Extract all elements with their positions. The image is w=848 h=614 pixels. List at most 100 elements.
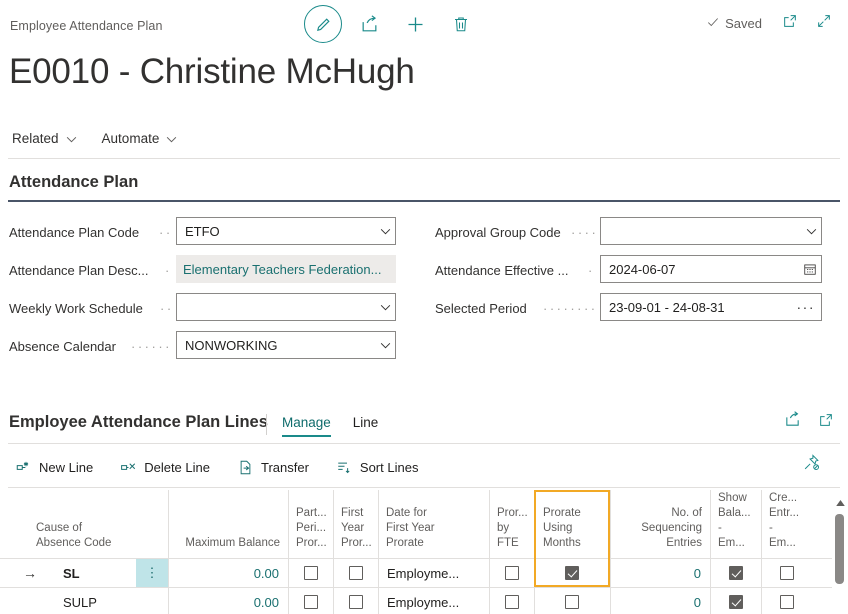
cell-no-of-sequencing-entries[interactable]: 0 xyxy=(612,559,708,587)
checkbox[interactable] xyxy=(505,566,519,580)
checkbox[interactable] xyxy=(565,595,579,609)
leader-dots: ·········· xyxy=(131,339,173,353)
delete-line-label: Delete Line xyxy=(144,460,210,475)
row-selected-indicator-icon: → xyxy=(20,559,40,587)
checkbox[interactable] xyxy=(349,566,363,580)
lines-share-button[interactable] xyxy=(782,412,802,432)
sort-lines-button[interactable]: Sort Lines xyxy=(337,460,419,475)
cell-show-balance-employee[interactable] xyxy=(712,588,760,614)
column-header-cause-of-absence-code[interactable]: Cause of Absence Code xyxy=(30,488,165,558)
chevron-down-icon[interactable] xyxy=(376,342,391,349)
header-line: Prorate xyxy=(386,536,424,551)
breadcrumb[interactable]: Employee Attendance Plan xyxy=(10,19,163,33)
column-header-first-year-prorate[interactable]: First Year Pror... xyxy=(335,488,377,558)
checkbox[interactable] xyxy=(349,595,363,609)
page-action-icons xyxy=(300,4,484,44)
checkbox[interactable] xyxy=(780,566,794,580)
sort-lines-label: Sort Lines xyxy=(360,460,419,475)
cell-first-year-prorate[interactable] xyxy=(335,559,377,587)
checkbox[interactable] xyxy=(729,595,743,609)
delete-line-button[interactable]: Delete Line xyxy=(121,460,210,475)
column-header-date-for-first-year-prorate[interactable]: Date for First Year Prorate xyxy=(380,488,488,558)
cell-maximum-balance[interactable]: 0.00 xyxy=(170,559,286,587)
column-header-show-balance-employee[interactable]: Show Bala... - Em... xyxy=(712,488,760,558)
ribbon-automate-label: Automate xyxy=(102,131,160,146)
calendar-icon[interactable] xyxy=(799,262,817,276)
open-in-new-window-icon xyxy=(818,412,834,433)
cell-maximum-balance[interactable]: 0.00 xyxy=(170,588,286,614)
row-menu-button[interactable]: ⋮ xyxy=(136,559,168,587)
header-line: Pror... xyxy=(296,536,327,551)
open-in-new-window-button[interactable] xyxy=(774,10,806,36)
cell-prorate-using-months[interactable] xyxy=(537,559,607,587)
header-line: Months xyxy=(543,536,581,551)
scrollbar-thumb[interactable] xyxy=(835,514,844,584)
assist-edit-button[interactable]: ··· xyxy=(793,300,818,314)
leader-dots: · xyxy=(165,263,173,277)
checkbox[interactable] xyxy=(729,566,743,580)
column-header-partial-period-prorate[interactable]: Part... Peri... Pror... xyxy=(290,488,332,558)
checkbox[interactable] xyxy=(304,566,318,580)
pencil-icon xyxy=(304,5,342,43)
column-header-maximum-balance[interactable]: Maximum Balance xyxy=(170,488,286,558)
checkbox[interactable] xyxy=(565,566,579,580)
column-header-prorate-using-months[interactable]: Prorate Using Months xyxy=(537,488,607,558)
grid-header-row: Cause of Absence Code Maximum Balance Pa… xyxy=(0,488,848,558)
field-label: Approval Group Code xyxy=(435,225,561,240)
field-label: Weekly Work Schedule xyxy=(9,301,143,316)
cell-partial-period-prorate[interactable] xyxy=(290,588,332,614)
chevron-down-icon[interactable] xyxy=(802,228,817,235)
cell-cause-of-absence-code[interactable]: SL xyxy=(56,559,136,587)
ribbon-item-related[interactable]: Related xyxy=(12,131,77,146)
chevron-down-icon[interactable] xyxy=(376,304,391,311)
scroll-up-icon[interactable] xyxy=(835,498,845,508)
save-status-area: Saved xyxy=(704,10,840,36)
cell-prorate-by-fte[interactable] xyxy=(491,559,533,587)
selected-period-input[interactable]: 23-09-01 - 24-08-31 ··· xyxy=(600,293,822,321)
header-line: Peri... xyxy=(296,521,326,536)
cell-prorate-by-fte[interactable] xyxy=(491,588,533,614)
tab-line[interactable]: Line xyxy=(353,415,379,437)
cell-show-balance-employee[interactable] xyxy=(712,559,760,587)
attendance-effective-date-input[interactable]: 2024-06-07 xyxy=(600,255,822,283)
delete-button[interactable] xyxy=(438,4,484,44)
weekly-work-schedule-input[interactable] xyxy=(176,293,396,321)
absence-calendar-input[interactable]: NONWORKING xyxy=(176,331,396,359)
table-row[interactable]: → SL ⋮ 0.00 Employme... 0 xyxy=(0,559,848,587)
transfer-button[interactable]: Transfer xyxy=(238,460,309,475)
chevron-down-icon xyxy=(66,131,77,146)
cell-no-of-sequencing-entries[interactable]: 0 xyxy=(612,588,708,614)
lines-open-in-new-window-button[interactable] xyxy=(816,412,836,432)
cell-prorate-using-months[interactable] xyxy=(537,588,607,614)
chevron-down-icon[interactable] xyxy=(376,228,391,235)
top-bar: Employee Attendance Plan xyxy=(0,0,848,46)
checkbox[interactable] xyxy=(304,595,318,609)
new-button[interactable] xyxy=(392,4,438,44)
field-value: 23-09-01 - 24-08-31 xyxy=(609,300,793,315)
expand-button[interactable] xyxy=(808,10,840,36)
attendance-plan-code-input[interactable]: ETFO xyxy=(176,217,396,245)
checkbox[interactable] xyxy=(505,595,519,609)
cell-create-entries-employee[interactable] xyxy=(763,559,811,587)
cell-create-entries-employee[interactable] xyxy=(763,588,811,614)
approval-group-code-input[interactable] xyxy=(600,217,822,245)
unpin-button[interactable] xyxy=(803,454,820,476)
column-header-prorate-by-fte[interactable]: Pror... by FTE xyxy=(491,488,533,558)
field-value: 2024-06-07 xyxy=(609,262,799,277)
field-attendance-plan-code: Attendance Plan Code ···· ETFO xyxy=(9,214,409,252)
edit-pencil-button[interactable] xyxy=(300,4,346,44)
column-header-create-entries-employee[interactable]: Cre... Entr... - Em... xyxy=(763,488,811,558)
cell-partial-period-prorate[interactable] xyxy=(290,559,332,587)
cell-first-year-prorate[interactable] xyxy=(335,588,377,614)
column-header-no-of-sequencing-entries[interactable]: No. of Sequencing Entries xyxy=(612,488,708,558)
share-button[interactable] xyxy=(346,4,392,44)
ribbon-item-automate[interactable]: Automate xyxy=(102,131,178,146)
tab-manage[interactable]: Manage xyxy=(282,415,331,437)
table-row[interactable]: SULP 0.00 Employme... 0 xyxy=(0,588,848,614)
grid-vertical-scrollbar[interactable] xyxy=(832,488,848,614)
cell-date-for-first-year-prorate[interactable]: Employme... xyxy=(380,559,488,587)
checkbox[interactable] xyxy=(780,595,794,609)
cell-date-for-first-year-prorate[interactable]: Employme... xyxy=(380,588,488,614)
cell-cause-of-absence-code[interactable]: SULP xyxy=(56,588,136,614)
new-line-button[interactable]: New Line xyxy=(16,460,93,475)
